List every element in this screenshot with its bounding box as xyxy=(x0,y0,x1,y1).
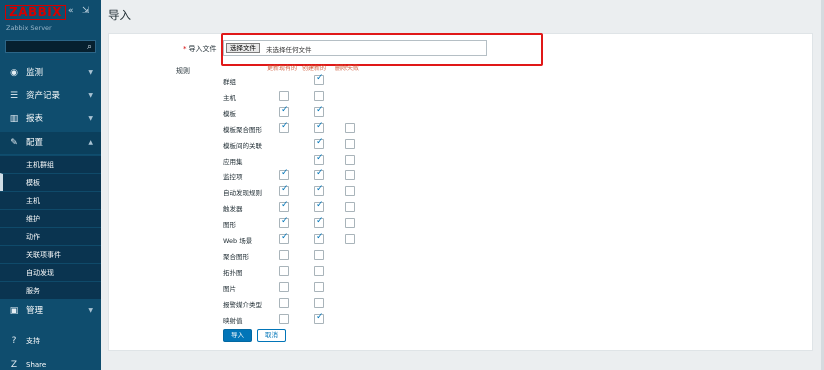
menu-monitoring[interactable]: ◉ 监测 ▼ xyxy=(0,62,101,84)
rule-label: 拓扑图 xyxy=(223,268,243,277)
rule-checkbox[interactable] xyxy=(314,184,324,197)
rule-checkbox[interactable] xyxy=(279,313,289,324)
submenu-templates[interactable]: 模板 xyxy=(0,173,101,191)
kiosk-mode-icon[interactable]: ⇲ xyxy=(82,6,90,16)
rule-label: 报警媒介类型 xyxy=(223,300,262,309)
rule-checkbox[interactable] xyxy=(279,121,289,133)
cancel-button[interactable]: 取消 xyxy=(257,329,286,342)
rule-checkbox[interactable] xyxy=(314,249,324,260)
server-name: Zabbix Server xyxy=(6,24,52,32)
rule-checkbox[interactable] xyxy=(345,122,355,133)
rule-checkbox[interactable] xyxy=(279,249,289,260)
chevron-down-icon: ▼ xyxy=(88,69,93,76)
submenu-services[interactable]: 服务 xyxy=(0,281,101,299)
menu-administration[interactable]: ▣ 管理 ▼ xyxy=(0,300,101,322)
import-file-label: * 导入文件 xyxy=(183,45,217,53)
rule-checkbox[interactable] xyxy=(345,234,355,244)
rule-label: 图形 xyxy=(223,221,236,230)
rule-checkbox[interactable] xyxy=(279,200,289,213)
chart-icon: ▥ xyxy=(9,114,19,124)
rule-checkbox[interactable] xyxy=(345,154,355,165)
menu-support[interactable]: ? 支持 xyxy=(0,330,101,352)
list-icon: ☰ xyxy=(9,91,19,101)
submenu-host-groups[interactable]: 主机群组 xyxy=(0,155,101,173)
rule-label: 触发器 xyxy=(223,205,243,214)
submenu-event-correlation[interactable]: 关联项事件 xyxy=(0,245,101,263)
rule-checkbox[interactable] xyxy=(345,218,355,229)
submenu-maintenance[interactable]: 维护 xyxy=(0,209,101,227)
page-title: 导入 xyxy=(108,8,131,22)
rule-checkbox[interactable] xyxy=(279,281,289,292)
submenu-discovery[interactable]: 自动发现 xyxy=(0,263,101,281)
rule-checkbox[interactable] xyxy=(314,200,324,213)
sidebar: ZABBIX « ⇲ Zabbix Server ⌕ ◉ 监测 ▼ ☰ 资产记录… xyxy=(0,0,101,370)
rule-checkbox[interactable] xyxy=(314,105,324,117)
menu-configuration[interactable]: ✎ 配置 ▲ xyxy=(0,132,101,154)
rule-checkbox[interactable] xyxy=(314,153,324,165)
rule-checkbox[interactable] xyxy=(279,265,289,276)
share-icon: Z xyxy=(10,360,18,370)
collapse-sidebar-icon[interactable]: « xyxy=(68,6,74,16)
import-button[interactable]: 导入 xyxy=(223,329,252,342)
rule-checkbox[interactable] xyxy=(279,232,289,244)
rule-checkbox[interactable] xyxy=(279,297,289,308)
col-header-update: 更新现有的 xyxy=(267,65,298,72)
rule-label: 模板间的关联 xyxy=(223,141,262,150)
submenu-hosts[interactable]: 主机 xyxy=(0,191,101,209)
rule-checkbox[interactable] xyxy=(314,90,324,101)
support-icon: ? xyxy=(11,336,17,346)
chevron-down-icon: ▼ xyxy=(88,115,93,122)
rule-checkbox[interactable] xyxy=(314,232,324,244)
rule-checkbox[interactable] xyxy=(314,137,324,149)
chevron-up-icon: ▲ xyxy=(88,139,93,146)
rule-checkbox[interactable] xyxy=(345,202,355,213)
admin-icon: ▣ xyxy=(9,306,19,316)
chevron-down-icon: ▼ xyxy=(88,307,93,314)
rule-label: 群组 xyxy=(223,78,236,86)
rule-checkbox[interactable] xyxy=(279,168,289,181)
search-input[interactable]: ⌕ xyxy=(5,40,96,53)
zabbix-logo[interactable]: ZABBIX xyxy=(5,5,66,20)
rule-label: 模板 xyxy=(223,109,236,118)
rule-checkbox[interactable] xyxy=(314,281,324,292)
wrench-icon: ✎ xyxy=(10,138,18,148)
col-header-delete: 删除失败 xyxy=(335,65,360,72)
rule-checkbox[interactable] xyxy=(314,265,324,276)
rule-label: 主机 xyxy=(223,93,236,102)
rule-checkbox[interactable] xyxy=(345,186,355,197)
rule-checkbox[interactable] xyxy=(314,312,324,324)
search-icon[interactable]: ⌕ xyxy=(87,41,92,53)
submenu-actions[interactable]: 动作 xyxy=(0,227,101,245)
rule-label: 应用集 xyxy=(223,157,243,166)
rule-label: 模板聚合图形 xyxy=(223,125,262,134)
rule-checkbox[interactable] xyxy=(314,297,324,308)
rule-label: 聚合图形 xyxy=(223,252,249,261)
rules-label: 规则 xyxy=(176,67,190,75)
rule-checkbox[interactable] xyxy=(279,216,289,229)
rule-checkbox[interactable] xyxy=(345,138,355,149)
rule-label: 监控项 xyxy=(223,173,243,182)
rule-checkbox[interactable] xyxy=(314,216,324,229)
menu-reports[interactable]: ▥ 报表 ▼ xyxy=(0,108,101,130)
highlight-annotation xyxy=(221,33,543,66)
configuration-submenu: 主机群组 模板 主机 维护 动作 关联项事件 自动发现 服务 xyxy=(0,155,101,299)
rule-checkbox[interactable] xyxy=(314,121,324,133)
rule-label: 自动发现规则 xyxy=(223,189,262,198)
rule-label: Web 场景 xyxy=(223,237,253,245)
rule-label: 图片 xyxy=(223,284,236,293)
rule-checkbox[interactable] xyxy=(279,105,289,117)
rule-checkbox[interactable] xyxy=(279,90,289,101)
import-form-panel xyxy=(108,33,813,351)
col-header-create: 创建新的 xyxy=(302,65,327,72)
rule-checkbox[interactable] xyxy=(345,170,355,181)
rule-checkbox[interactable] xyxy=(314,73,324,85)
chevron-down-icon: ▼ xyxy=(88,92,93,99)
menu-inventory[interactable]: ☰ 资产记录 ▼ xyxy=(0,85,101,107)
rule-checkbox[interactable] xyxy=(279,184,289,197)
rule-label: 映射值 xyxy=(223,316,243,325)
rule-checkbox[interactable] xyxy=(314,168,324,181)
menu-share[interactable]: Z Share xyxy=(0,354,101,370)
eye-icon: ◉ xyxy=(10,68,18,78)
